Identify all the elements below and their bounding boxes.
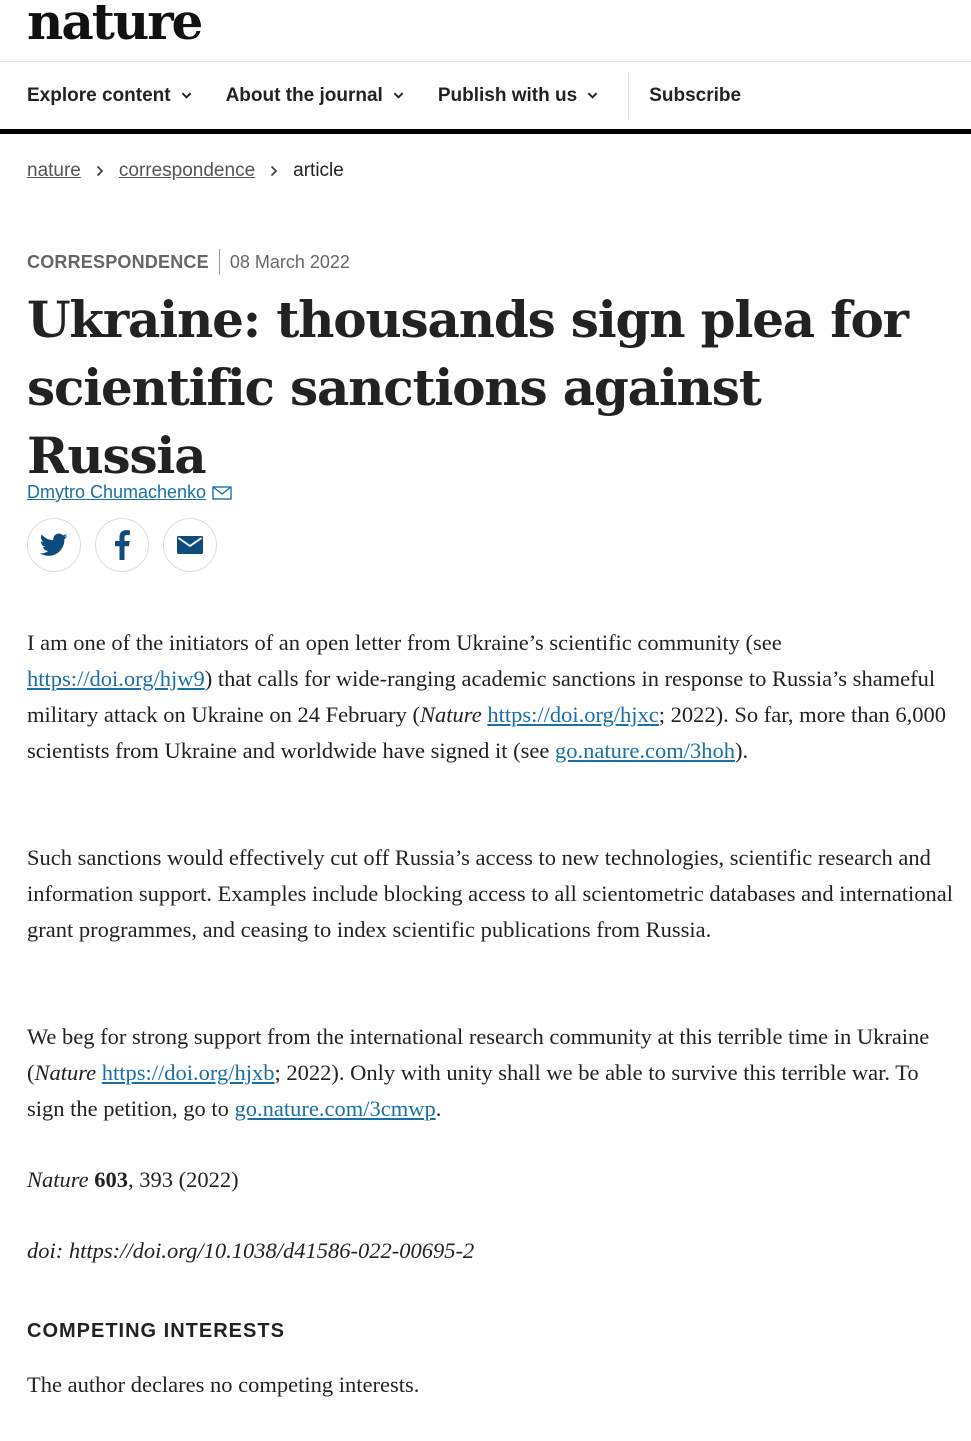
breadcrumb: nature correspondence article bbox=[27, 160, 344, 182]
breadcrumb-link-nature[interactable]: nature bbox=[27, 160, 81, 182]
competing-interests-heading: COMPETING INTERESTS bbox=[27, 1320, 285, 1342]
paragraph-text: . bbox=[435, 1096, 442, 1121]
article-paragraph-3: We beg for strong support from the inter… bbox=[27, 1019, 957, 1127]
article-doi: doi: https://doi.org/10.1038/d41586-022-… bbox=[27, 1238, 475, 1263]
nav-explore-content[interactable]: Explore content bbox=[27, 85, 192, 107]
share-email-button[interactable] bbox=[163, 518, 217, 572]
journal-name: Nature bbox=[420, 702, 482, 727]
petition-link[interactable]: go.nature.com/3cmwp bbox=[235, 1096, 436, 1121]
share-buttons bbox=[27, 518, 231, 572]
doi-link-hjw9[interactable]: https://doi.org/hjw9 bbox=[27, 666, 205, 691]
author-line: Dmytro Chumachenko bbox=[27, 482, 232, 503]
twitter-icon bbox=[40, 533, 68, 556]
chevron-down-icon bbox=[181, 92, 191, 99]
article-type: CORRESPONDENCE bbox=[27, 251, 209, 272]
author-link[interactable]: Dmytro Chumachenko bbox=[27, 482, 206, 503]
share-twitter-button[interactable] bbox=[27, 518, 81, 572]
citation-volume: 603 bbox=[94, 1167, 129, 1192]
article-paragraph-2: Such sanctions would effectively cut off… bbox=[27, 845, 953, 942]
nav-item-label: Publish with us bbox=[437, 84, 578, 106]
main-nav: Explore content About the journal Publis… bbox=[0, 62, 971, 134]
chevron-down-icon bbox=[587, 92, 598, 99]
meta-divider bbox=[218, 249, 220, 275]
competing-interests-text: The author declares no competing interes… bbox=[27, 1372, 420, 1397]
nature-logo[interactable]: nature bbox=[27, 0, 203, 50]
article-citation: Nature 603, 393 (2022) bbox=[27, 1162, 957, 1198]
chevron-right-icon bbox=[271, 165, 278, 177]
journal-name: Nature bbox=[34, 1060, 97, 1085]
nav-publish-with-us[interactable]: Publish with us bbox=[438, 85, 598, 107]
nav-item-label: Explore content bbox=[27, 84, 171, 106]
share-facebook-button[interactable] bbox=[95, 518, 149, 572]
chevron-down-icon bbox=[393, 92, 404, 99]
breadcrumb-link-correspondence[interactable]: correspondence bbox=[119, 160, 255, 182]
citation-pages: , 393 (2022) bbox=[128, 1167, 239, 1192]
link-3hoh[interactable]: go.nature.com/3hoh bbox=[555, 738, 735, 763]
email-icon bbox=[177, 536, 203, 554]
chevron-right-icon bbox=[96, 165, 104, 177]
subscribe-link[interactable]: Subscribe bbox=[649, 85, 741, 107]
article-title: Ukraine: thousands sign plea for scienti… bbox=[27, 290, 909, 485]
facebook-icon bbox=[115, 530, 130, 560]
nav-divider bbox=[628, 71, 630, 120]
doi-link-hjxc[interactable]: https://doi.org/hjxc bbox=[487, 702, 658, 727]
doi-link-hjxb[interactable]: https://doi.org/hjxb bbox=[102, 1060, 275, 1085]
citation-journal: Nature bbox=[27, 1167, 89, 1192]
article-meta: CORRESPONDENCE 08 March 2022 bbox=[27, 249, 350, 275]
subscribe-label: Subscribe bbox=[649, 84, 742, 106]
paragraph-text: I am one of the initiators of an open le… bbox=[27, 630, 782, 655]
article-paragraph-1: I am one of the initiators of an open le… bbox=[27, 625, 957, 769]
breadcrumb-current: article bbox=[293, 160, 344, 181]
envelope-icon[interactable] bbox=[212, 485, 232, 500]
logo-bar: nature bbox=[0, 0, 971, 62]
nav-item-label: About the journal bbox=[225, 84, 383, 106]
nav-about-journal[interactable]: About the journal bbox=[226, 85, 404, 107]
article-date: 08 March 2022 bbox=[229, 251, 350, 272]
paragraph-text: ). bbox=[734, 738, 749, 763]
site-header: nature Explore content About the journal… bbox=[0, 0, 971, 134]
